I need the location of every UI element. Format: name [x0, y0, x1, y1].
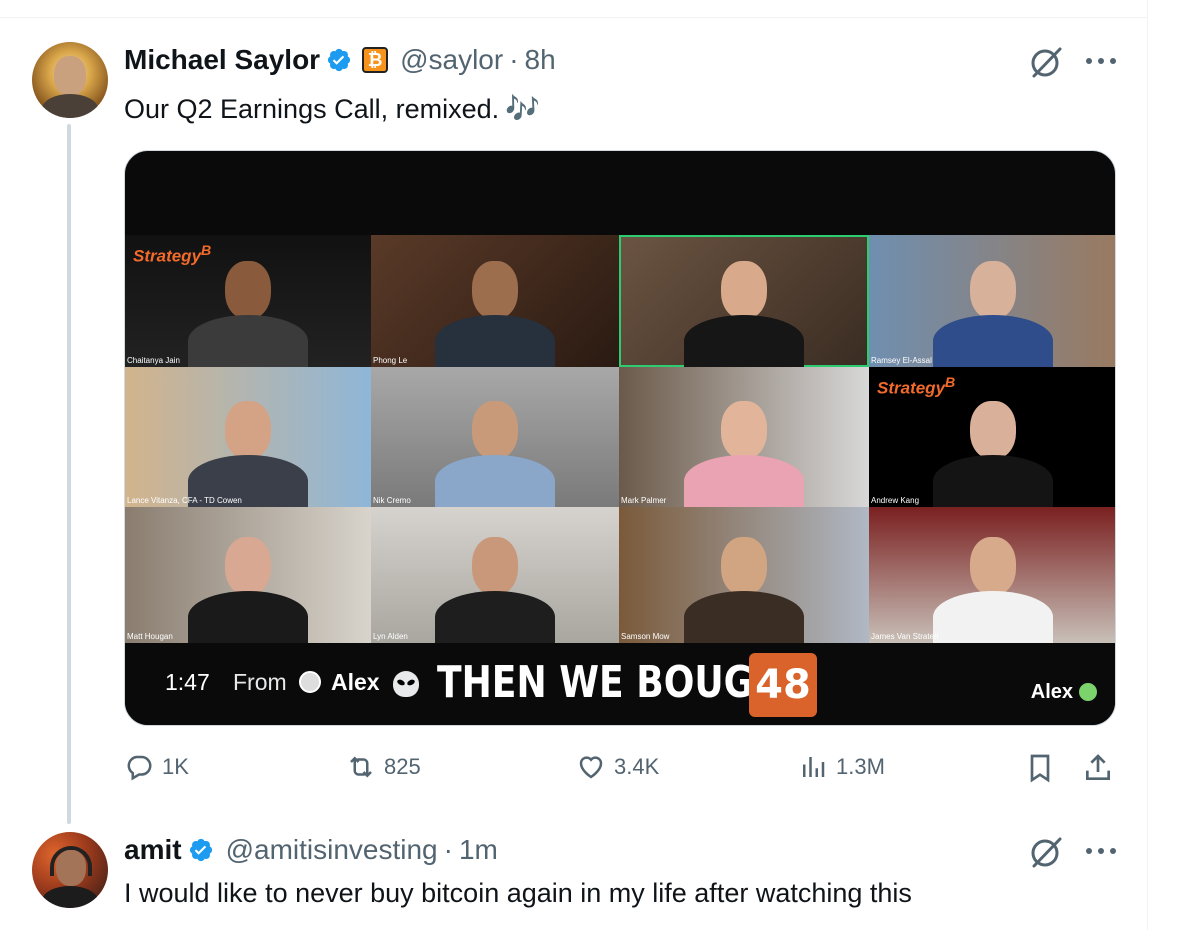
video-duration: 1:47	[165, 669, 210, 695]
reply-avatar[interactable]	[32, 832, 108, 908]
video-watermark: Alex	[1030, 681, 1073, 703]
thread-connector-line	[67, 124, 71, 824]
participant-name: Andrew Kang	[871, 496, 920, 505]
repost-count: 825	[384, 754, 421, 779]
separator-dot: ·	[509, 44, 519, 75]
share-icon[interactable]	[1082, 752, 1114, 784]
reply-icon	[127, 755, 152, 781]
attribution-label: From	[233, 669, 287, 695]
views-icon	[803, 757, 825, 777]
attribution-avatar[interactable]	[299, 671, 321, 693]
participant-tile: StrategyB Chaitanya Jain	[125, 235, 371, 367]
reply-header: amit @amitisinvesting · 1m	[124, 834, 498, 866]
reply-author-handle[interactable]: @amitisinvesting	[226, 834, 438, 866]
verified-badge-icon[interactable]	[326, 47, 352, 73]
participant-tile: Nik Cremo	[371, 367, 619, 507]
timeline-border	[1147, 0, 1148, 930]
repost-action[interactable]: 825	[346, 752, 421, 782]
video-caption-number: 48	[749, 653, 817, 717]
more-icon[interactable]	[1086, 836, 1116, 866]
participant-tile: Phong Le	[371, 235, 619, 367]
participant-tile: James Van Straten	[869, 507, 1115, 643]
tweet-body: Our Q2 Earnings Call, remixed. 🎶	[124, 92, 540, 125]
reply-timestamp[interactable]: 1m	[459, 834, 498, 866]
tweet-header: Michael Saylor ₿ @saylor · 8h	[124, 44, 556, 76]
separator-dot: ·	[443, 834, 453, 865]
like-count: 3.4K	[614, 754, 660, 779]
more-icon[interactable]	[1086, 46, 1116, 76]
verified-badge-icon[interactable]	[188, 837, 214, 863]
author-handle[interactable]: @saylor	[400, 44, 503, 76]
watermark-alien-icon	[1079, 683, 1097, 701]
participant-tile: StrategyB Andrew Kang	[869, 367, 1115, 507]
participant-name: Mark Palmer	[621, 496, 667, 505]
heart-icon	[579, 756, 603, 779]
participant-name: Matt Hougan	[127, 632, 173, 641]
author-name[interactable]: Michael Saylor	[124, 44, 320, 76]
video-player[interactable]: StrategyB Chaitanya Jain Phong Le Ramsey…	[124, 150, 1116, 726]
participant-name: Chaitanya Jain	[127, 356, 180, 365]
grok-icon[interactable]	[1028, 44, 1064, 80]
reply-text: I would like to never buy bitcoin again …	[124, 878, 912, 908]
reply-count: 1K	[162, 754, 189, 779]
tweet-text: Our Q2 Earnings Call, remixed.	[124, 94, 500, 124]
participant-name: Phong Le	[373, 356, 408, 365]
participant-name: James Van Straten	[871, 632, 939, 641]
participant-tile: Mark Palmer	[619, 367, 869, 507]
repost-icon	[350, 756, 372, 778]
participant-tile: Matt Hougan	[125, 507, 371, 643]
participant-name: Samson Mow	[621, 632, 670, 641]
views-count: 1.3M	[836, 754, 885, 779]
avatar[interactable]	[32, 42, 108, 118]
previous-tweet-divider	[0, 0, 1148, 18]
participant-tile: Lyn Alden	[371, 507, 619, 643]
bitcoin-badge-icon[interactable]: ₿	[362, 47, 389, 73]
views-action[interactable]: 1.3M	[798, 752, 885, 782]
grok-icon[interactable]	[1028, 834, 1064, 870]
participant-name: Lyn Alden	[373, 632, 408, 641]
reply-action[interactable]: 1K	[124, 752, 189, 782]
music-notes-emoji: 🎶	[505, 93, 541, 124]
participant-tile: Ramsey El-Assal	[869, 235, 1115, 367]
bookmark-icon[interactable]	[1024, 752, 1056, 784]
participant-tile-active-speaker	[619, 235, 869, 367]
timestamp[interactable]: 8h	[525, 44, 556, 76]
participant-tile: Lance Vitanza, CFA - TD Cowen	[125, 367, 371, 507]
participant-tile: Samson Mow	[619, 507, 869, 643]
participant-name: Nik Cremo	[373, 496, 411, 505]
participant-name: Ramsey El-Assal	[871, 356, 932, 365]
attribution-name[interactable]: Alex	[331, 669, 380, 696]
like-action[interactable]: 3.4K	[576, 752, 659, 782]
alien-icon	[393, 671, 419, 697]
video-call-grid: StrategyB Chaitanya Jain Phong Le Ramsey…	[125, 235, 1115, 643]
strategy-logo: StrategyB	[877, 375, 956, 398]
reply-author-name[interactable]: amit	[124, 834, 182, 866]
participant-name: Lance Vitanza, CFA - TD Cowen	[127, 496, 242, 505]
